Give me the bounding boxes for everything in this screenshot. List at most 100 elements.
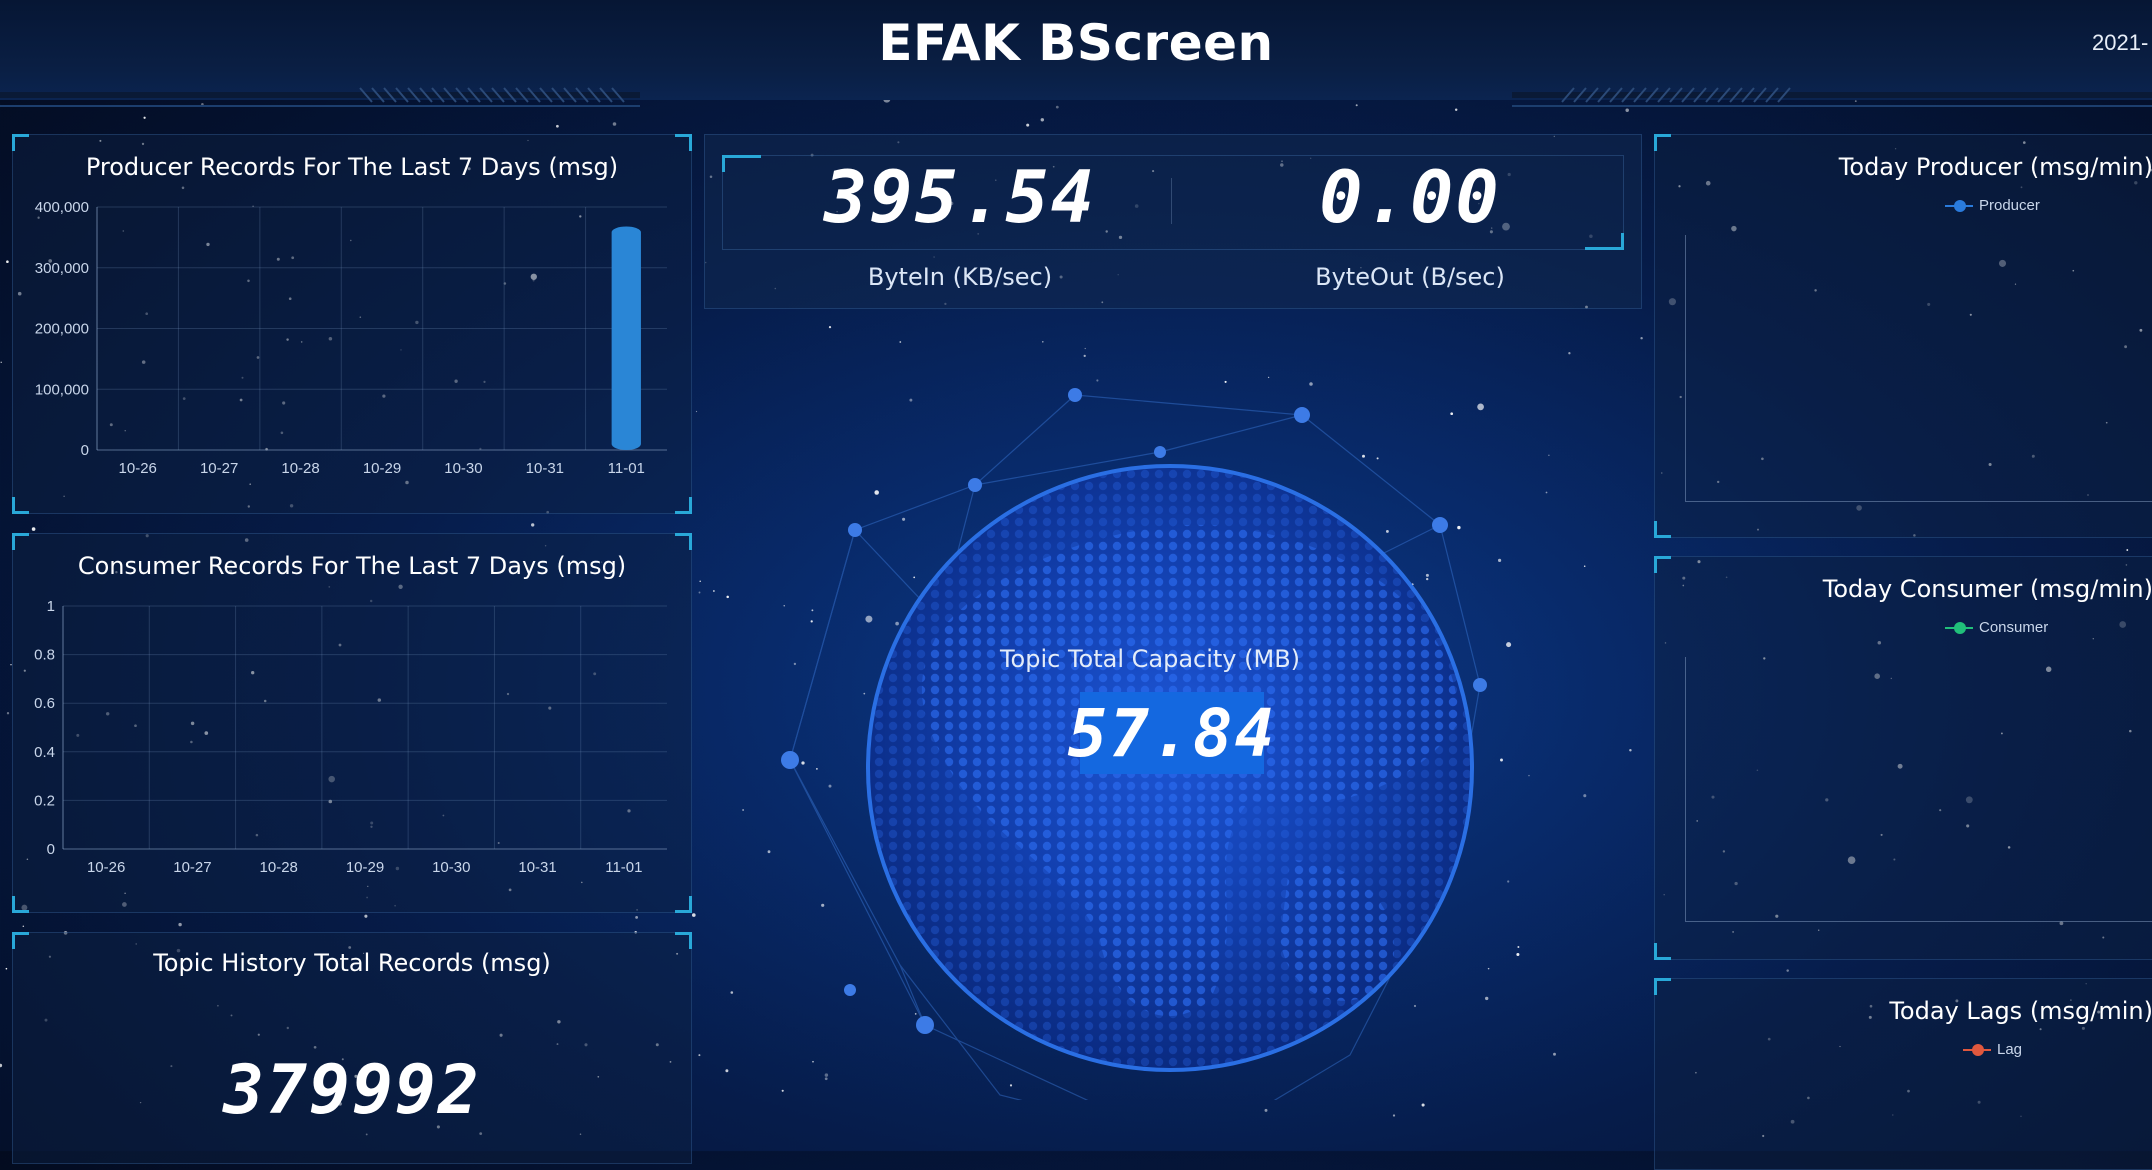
panel-corner <box>1654 521 1671 538</box>
star <box>1528 774 1530 777</box>
today-consumer-chart-area[interactable] <box>1685 657 2152 922</box>
panel-corner <box>722 155 761 172</box>
x-tick-label: 10-31 <box>518 859 556 876</box>
capacity-value: 57.84 <box>1068 692 1274 774</box>
star <box>1355 104 1358 107</box>
star <box>31 527 36 531</box>
legend-marker <box>1963 1043 1991 1056</box>
y-tick-label: 400,000 <box>35 199 89 216</box>
y-tick-label: 100,000 <box>35 381 89 398</box>
y-tick-label: 200,000 <box>35 321 89 338</box>
star <box>1392 1114 1396 1117</box>
star <box>1026 123 1030 127</box>
y-tick-label: 300,000 <box>35 260 89 277</box>
star <box>556 124 559 128</box>
star <box>6 712 10 715</box>
star <box>6 260 9 264</box>
today-producer-chart-area[interactable] <box>1685 235 2152 502</box>
star <box>1548 454 1550 456</box>
kpi-divider <box>1171 178 1172 224</box>
today-producer-title: Today Producer (msg/min) <box>1838 153 2152 181</box>
y-tick-label: 0.6 <box>34 695 55 712</box>
byte-out-label: ByteOut (B/sec) <box>1315 263 1505 291</box>
y-tick-label: 0 <box>47 841 55 858</box>
today-consumer-legend[interactable]: Consumer <box>1945 619 2048 636</box>
star <box>1640 336 1643 340</box>
consumer-records-panel: Consumer Records For The Last 7 Days (ms… <box>12 533 692 913</box>
y-tick-label: 0.4 <box>34 744 55 761</box>
star <box>1516 952 1520 957</box>
star <box>1786 969 1789 972</box>
star <box>1568 352 1571 355</box>
x-tick-label: 10-30 <box>432 859 470 876</box>
topic-history-panel: Topic History Total Records (msg) 379992 <box>12 932 692 1164</box>
x-tick-label: 10-27 <box>200 460 238 477</box>
x-tick-label: 10-31 <box>526 460 564 477</box>
panel-corner <box>1654 943 1671 960</box>
star <box>1629 748 1632 752</box>
legend-label: Lag <box>1997 1041 2023 1058</box>
star <box>1507 880 1510 883</box>
star <box>0 361 2 363</box>
star <box>1583 565 1586 567</box>
panel-corner <box>675 932 692 949</box>
star <box>178 922 182 927</box>
star <box>1498 558 1502 562</box>
page-title: EFAK BScreen <box>878 14 1274 72</box>
today-producer-legend[interactable]: Producer <box>1945 197 2040 214</box>
star <box>612 122 617 126</box>
bar[interactable] <box>611 226 641 450</box>
x-tick-label: 10-28 <box>281 460 319 477</box>
header-date: 2021- <box>2092 30 2149 55</box>
star <box>1517 946 1520 948</box>
star <box>364 914 368 918</box>
byte-in-value: 395.54 <box>823 155 1097 239</box>
today-lags-title: Today Lags (msg/min) <box>1889 997 2152 1025</box>
today-consumer-panel: Today Consumer (msg/min) Consumer <box>1654 556 2152 960</box>
y-tick-label: 0.2 <box>34 792 55 809</box>
x-tick-label: 10-26 <box>87 859 125 876</box>
consumer-records-chart[interactable]: 0 0.2 0.4 0.6 0.8 1 10-26 10-27 10-28 10-29 10-30 1… <box>13 534 691 912</box>
today-lags-panel: Today Lags (msg/min) Lag <box>1654 978 2152 1170</box>
star <box>2126 549 2129 551</box>
star <box>22 925 25 927</box>
star <box>143 116 146 119</box>
topic-history-title: Topic History Total Records (msg) <box>153 949 551 977</box>
star <box>1500 758 1503 762</box>
x-tick-label: 10-29 <box>363 460 401 477</box>
x-tick-label: 10-26 <box>119 460 157 477</box>
star <box>5 967 8 970</box>
star <box>1421 1103 1425 1107</box>
byte-in-label: ByteIn (KB/sec) <box>867 263 1053 291</box>
header-decoration-left <box>0 87 640 107</box>
panel-corner <box>1654 978 1671 995</box>
today-lags-legend[interactable]: Lag <box>1963 1041 2022 1058</box>
star <box>635 915 639 919</box>
capacity-label: Topic Total Capacity (MB) <box>999 645 1301 673</box>
x-tick-label: 11-01 <box>605 859 642 876</box>
x-tick-label: 11-01 <box>608 460 645 477</box>
x-tick-label: 10-27 <box>173 859 211 876</box>
x-tick-label: 10-29 <box>346 859 384 876</box>
x-tick-label: 10-28 <box>260 859 298 876</box>
star <box>1545 491 1548 494</box>
star <box>1454 108 1458 111</box>
throughput-panel: 395.54 0.00 ByteIn (KB/sec) ByteOut (B/s… <box>704 134 1642 309</box>
star <box>1506 642 1512 648</box>
star <box>1553 1052 1556 1056</box>
header-decoration-right <box>1512 87 2152 107</box>
star <box>1055 105 1059 109</box>
today-producer-panel: Today Producer (msg/min) Producer <box>1654 134 2152 538</box>
panel-corner <box>12 932 29 949</box>
panel-corner <box>1654 134 1671 151</box>
today-consumer-title: Today Consumer (msg/min) <box>1822 575 2152 603</box>
producer-records-chart[interactable]: 0 100,000 200,000 300,000 400,000 10-26 10-27 1… <box>13 135 691 513</box>
y-tick-label: 1 <box>47 598 55 615</box>
header-bar: EFAK BScreen 2021- <box>0 0 2152 107</box>
star <box>1264 1108 1268 1112</box>
star <box>0 1063 3 1068</box>
x-tick-label: 10-30 <box>444 460 482 477</box>
star <box>1040 118 1045 122</box>
topic-history-value: 379992 <box>223 1051 481 1130</box>
legend-marker <box>1945 621 1973 634</box>
